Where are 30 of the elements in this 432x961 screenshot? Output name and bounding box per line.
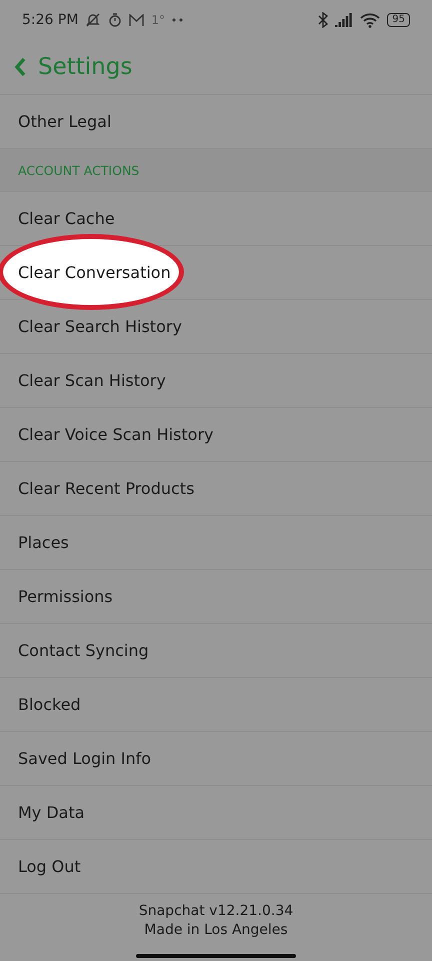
back-chevron-icon[interactable] <box>14 57 26 77</box>
settings-item[interactable]: Log Out <box>18 857 81 876</box>
settings-item[interactable]: Clear Scan History <box>18 371 166 390</box>
settings-item[interactable]: Permissions <box>18 587 113 606</box>
time: 5:26 PM <box>22 12 78 28</box>
timer-icon <box>108 13 122 27</box>
battery-indicator: 95 <box>387 13 410 27</box>
settings-item[interactable]: Contact Syncing <box>18 641 149 660</box>
wifi-icon <box>360 12 380 28</box>
bluetooth-icon <box>318 12 328 28</box>
settings-item[interactable]: Blocked <box>18 695 81 714</box>
more-dots-icon <box>172 18 184 22</box>
settings-item[interactable]: My Data <box>18 803 85 822</box>
settings-item[interactable]: Clear Recent Products <box>18 479 194 498</box>
settings-item[interactable]: Clear Search History <box>18 317 182 336</box>
muted-bell-icon <box>85 12 102 28</box>
footer-text: Snapchat v12.21.0.34 <box>138 902 294 921</box>
signal-icon <box>335 13 354 27</box>
settings-item[interactable]: Clear Conversation <box>18 263 171 282</box>
settings-item[interactable]: Places <box>18 533 69 552</box>
section-header: ACCOUNT ACTIONS <box>0 149 432 192</box>
settings-item[interactable]: Saved Login Info <box>18 749 152 768</box>
settings-item[interactable]: Clear Cache <box>18 209 115 228</box>
settings-item[interactable]: Clear Voice Scan History <box>18 425 214 444</box>
home-indicator[interactable] <box>136 954 296 958</box>
footer-text: Made in Los Angeles <box>144 921 288 940</box>
temperature: 1° <box>151 13 166 27</box>
page-title: Settings <box>38 54 132 80</box>
settings-item[interactable]: Other Legal <box>18 112 112 131</box>
mail-icon <box>129 14 144 26</box>
